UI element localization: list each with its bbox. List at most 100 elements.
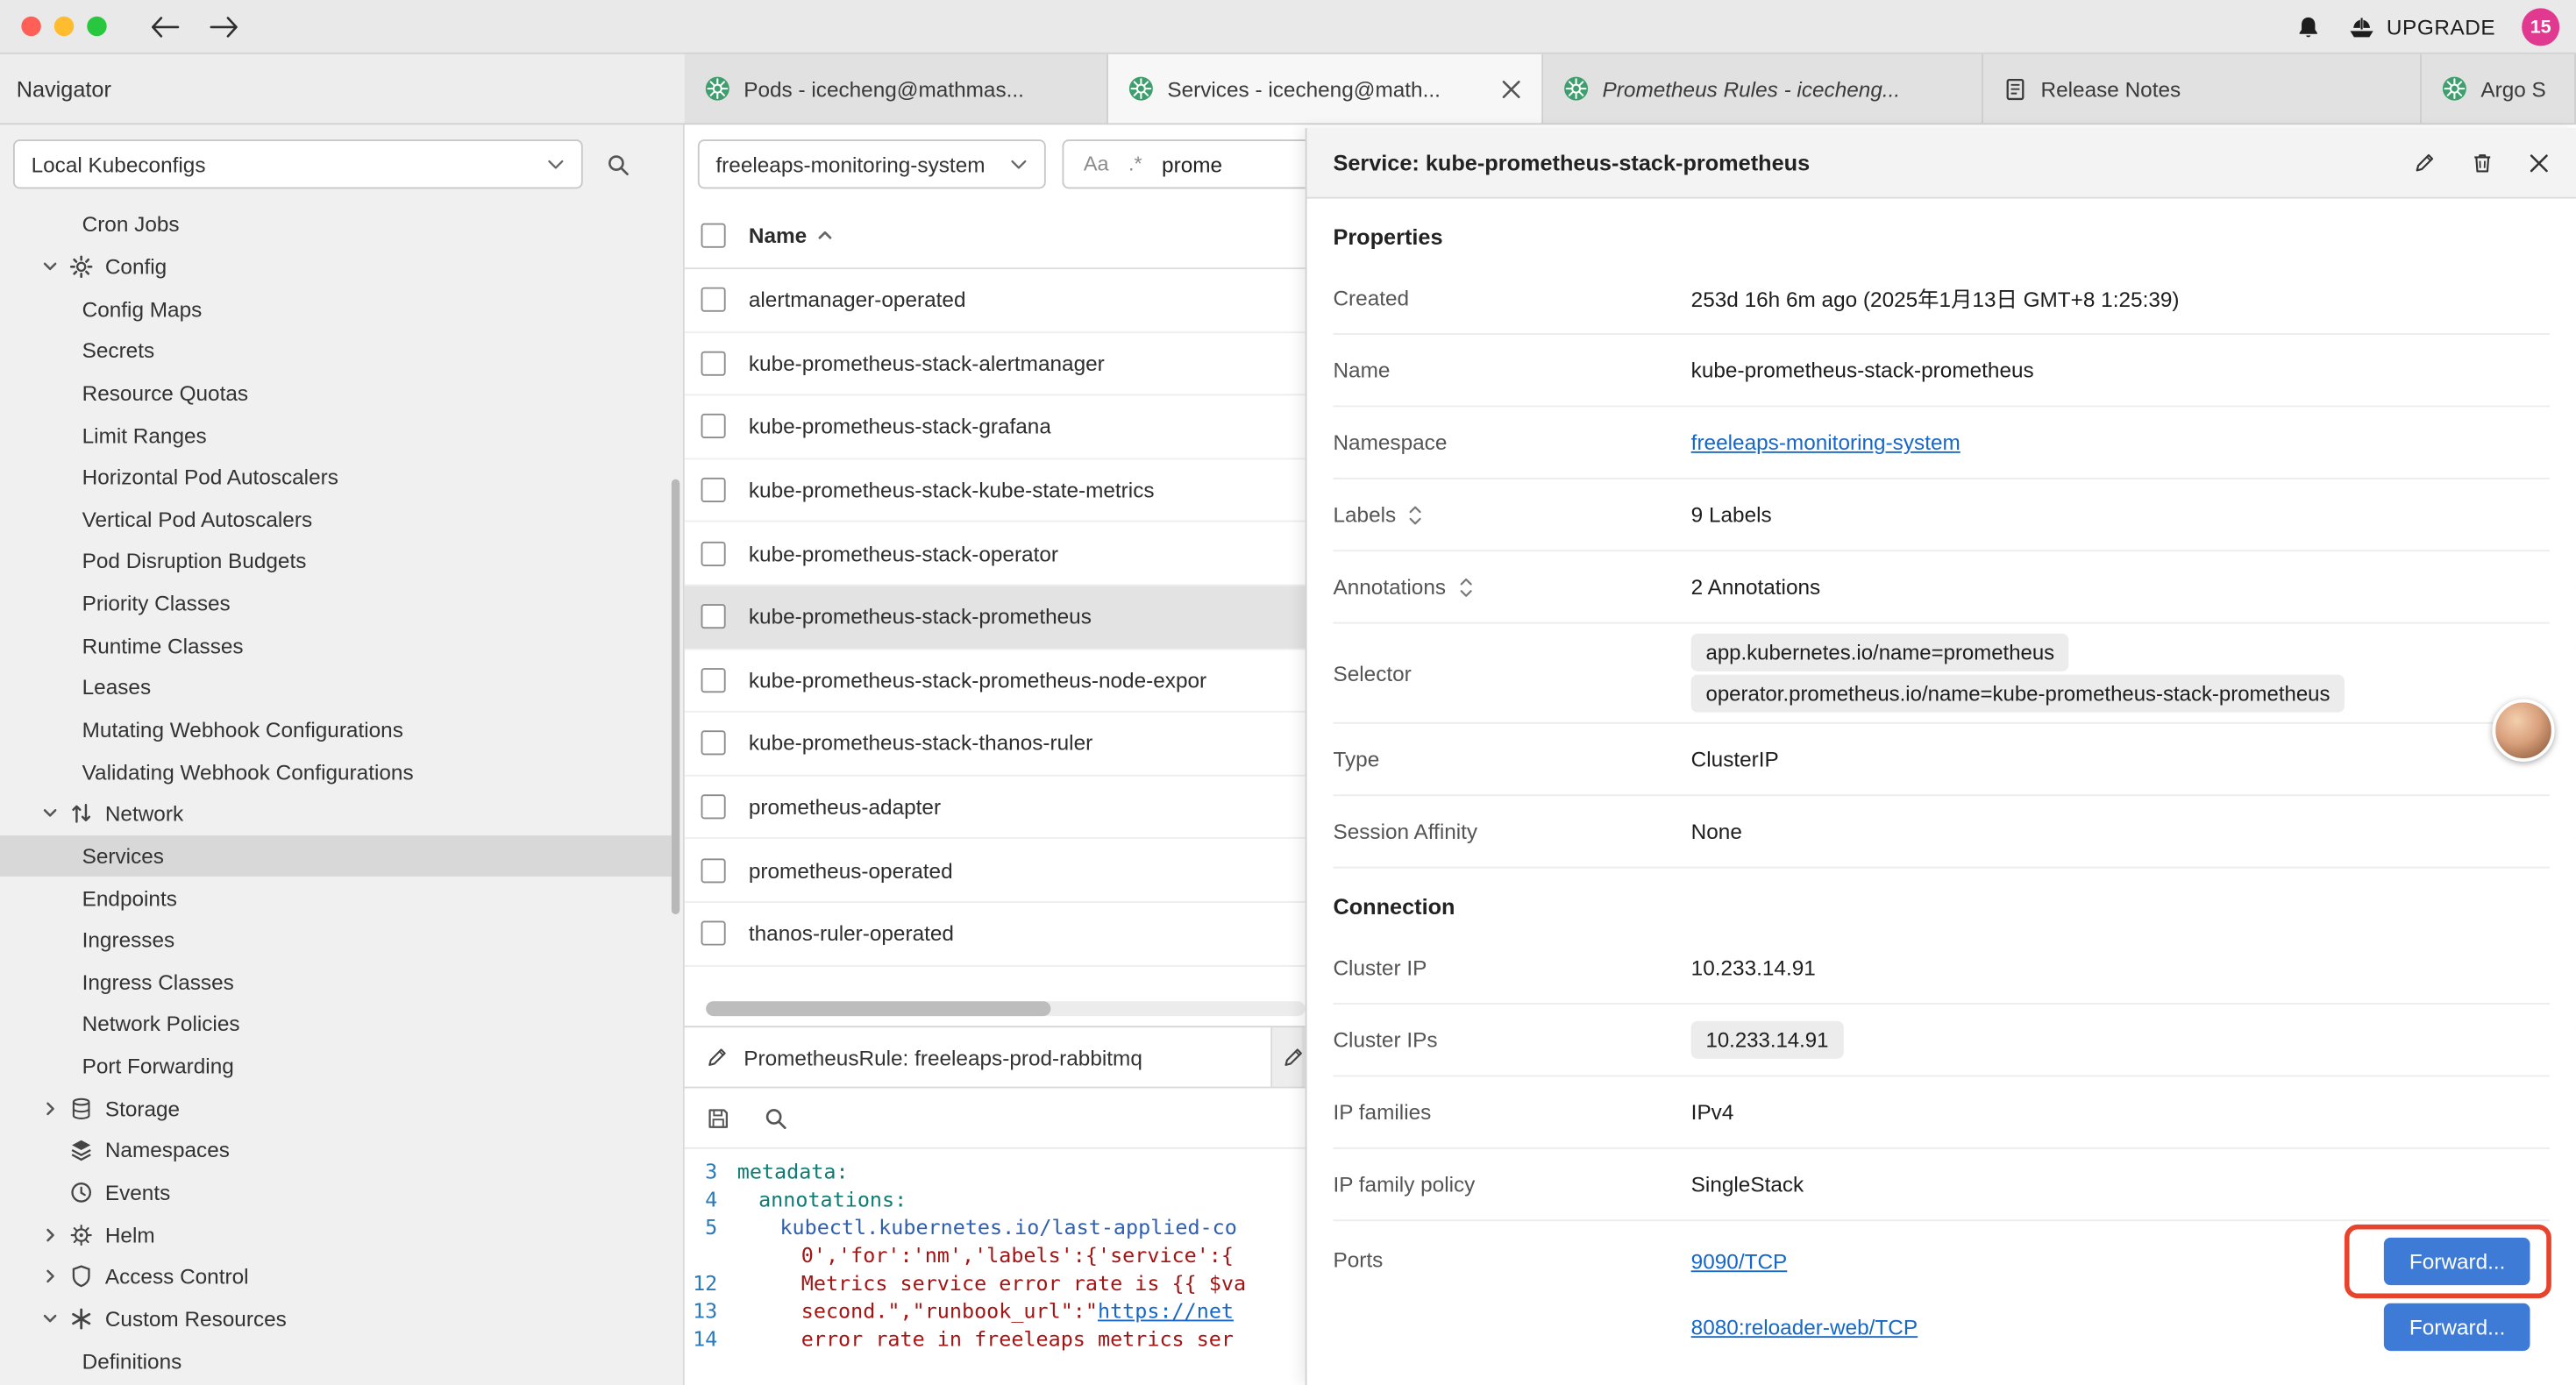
- row-checkbox[interactable]: [701, 668, 726, 692]
- editor-search-icon[interactable]: [764, 1105, 788, 1130]
- tab-services-icecheng-math[interactable]: Services - icecheng@math...: [1108, 54, 1543, 124]
- row-checkbox[interactable]: [701, 921, 726, 946]
- row-name: kube-prometheus-stack-kube-state-metrics: [749, 478, 1155, 502]
- edit-icon[interactable]: [2414, 151, 2437, 174]
- name-column-header[interactable]: Name: [749, 224, 835, 248]
- sidebar-item-events[interactable]: Events: [0, 1171, 672, 1213]
- sidebar-item-port-forwarding[interactable]: Port Forwarding: [0, 1045, 672, 1087]
- horizontal-scrollbar-thumb[interactable]: [706, 1001, 1050, 1016]
- sidebar-item-mutating-webhook-configurations[interactable]: Mutating Webhook Configurations: [0, 708, 672, 750]
- detail-row-cluster-ips: Cluster IPs10.233.14.91: [1333, 1005, 2550, 1076]
- row-checkbox[interactable]: [701, 415, 726, 439]
- sidebar-item-network-policies[interactable]: Network Policies: [0, 1003, 672, 1045]
- sidebar-item-storage[interactable]: Storage: [0, 1087, 672, 1129]
- namespace-select[interactable]: freeleaps-monitoring-system: [698, 139, 1046, 188]
- kubeconfig-select[interactable]: Local Kubeconfigs: [13, 139, 583, 188]
- dock-tab-partial[interactable]: [1272, 1027, 1302, 1086]
- window-controls: [21, 17, 106, 36]
- sidebar-item-network[interactable]: Network: [0, 792, 672, 835]
- sidebar-item-services[interactable]: Services: [0, 835, 672, 877]
- upgrade-button[interactable]: UPGRADE: [2347, 15, 2495, 39]
- port-link[interactable]: 8080:reloader-web/TCP: [1691, 1314, 1918, 1339]
- forward-button[interactable]: [209, 16, 240, 37]
- sidebar-item-validating-webhook-configurations[interactable]: Validating Webhook Configurations: [0, 750, 672, 792]
- dock-tab-prometheusrule[interactable]: PrometheusRule: freeleaps-prod-rabbitmq: [685, 1027, 1272, 1086]
- row-checkbox[interactable]: [701, 605, 726, 629]
- close-icon[interactable]: [2529, 152, 2550, 173]
- row-checkbox[interactable]: [701, 478, 726, 502]
- sidebar-scrollbar[interactable]: [672, 479, 680, 914]
- section-heading: Properties: [1333, 199, 2550, 263]
- regex-toggle[interactable]: .*: [1128, 153, 1142, 175]
- chevron-down-icon[interactable]: [38, 1310, 60, 1328]
- tab-release-notes[interactable]: Release Notes: [1983, 54, 2422, 124]
- row-checkbox[interactable]: [701, 858, 726, 883]
- detail-row-session-affinity: Session AffinityNone: [1333, 796, 2550, 868]
- sidebar-item-cron-jobs[interactable]: Cron Jobs: [0, 203, 672, 245]
- sidebar-item-leases[interactable]: Leases: [0, 666, 672, 708]
- sidebar-item-runtime-classes[interactable]: Runtime Classes: [0, 624, 672, 666]
- sidebar-item-config[interactable]: Config: [0, 245, 672, 288]
- sidebar-item-secrets[interactable]: Secrets: [0, 330, 672, 372]
- sidebar-item-custom-resources[interactable]: Custom Resources: [0, 1298, 672, 1340]
- chevron-right-icon[interactable]: [38, 1268, 60, 1286]
- sidebar-item-horizontal-pod-autoscalers[interactable]: Horizontal Pod Autoscalers: [0, 456, 672, 498]
- tab-prometheus-rules-icecheng[interactable]: Prometheus Rules - icecheng...: [1543, 54, 1983, 124]
- sidebar-search-icon[interactable]: [606, 152, 630, 176]
- row-checkbox[interactable]: [701, 288, 726, 312]
- row-name: thanos-ruler-operated: [749, 921, 954, 946]
- select-all-checkbox[interactable]: [701, 224, 726, 248]
- tab-argo-s[interactable]: Argo S: [2422, 54, 2576, 124]
- back-button[interactable]: [149, 16, 181, 37]
- detail-row-selector: Selectorapp.kubernetes.io/name=prometheu…: [1333, 624, 2550, 724]
- row-checkbox[interactable]: [701, 541, 726, 565]
- sidebar-item-label: Runtime Classes: [82, 633, 244, 657]
- detail-value: ClusterIP: [1691, 747, 2550, 771]
- save-icon[interactable]: [706, 1105, 730, 1130]
- chevron-right-icon[interactable]: [38, 1225, 60, 1244]
- sidebar-item-ingress-classes[interactable]: Ingress Classes: [0, 961, 672, 1003]
- row-checkbox[interactable]: [701, 794, 726, 819]
- updown-icon[interactable]: [1457, 575, 1474, 598]
- forward-button[interactable]: Forward...: [2385, 1237, 2530, 1284]
- chevron-right-icon[interactable]: [38, 1099, 60, 1118]
- sidebar-item-vertical-pod-autoscalers[interactable]: Vertical Pod Autoscalers: [0, 498, 672, 540]
- minimize-window-button[interactable]: [54, 17, 74, 36]
- value-badge: app.kubernetes.io/name=prometheus: [1691, 634, 2069, 671]
- tab-pods-icecheng-mathmas[interactable]: Pods - icecheng@mathmas...: [685, 54, 1108, 124]
- sidebar-item-namespaces[interactable]: Namespaces: [0, 1129, 672, 1171]
- match-case-toggle[interactable]: Aa: [1084, 153, 1109, 175]
- chevron-down-icon[interactable]: [38, 258, 60, 276]
- sidebar-item-limit-ranges[interactable]: Limit Ranges: [0, 414, 672, 456]
- forward-button[interactable]: Forward...: [2385, 1303, 2530, 1350]
- sidebar-item-resource-quotas[interactable]: Resource Quotas: [0, 372, 672, 414]
- row-name: kube-prometheus-stack-prometheus: [749, 605, 1092, 629]
- port-link[interactable]: 9090/TCP: [1691, 1248, 1788, 1273]
- detail-value: 10.233.14.91: [1691, 955, 2550, 980]
- close-window-button[interactable]: [21, 17, 40, 36]
- sidebar-item-endpoints[interactable]: Endpoints: [0, 877, 672, 919]
- avatar[interactable]: [2492, 700, 2554, 762]
- kubernetes-icon: [2441, 75, 2467, 102]
- sidebar-item-helm[interactable]: Helm: [0, 1213, 672, 1255]
- row-checkbox[interactable]: [701, 731, 726, 756]
- sidebar-item-definitions[interactable]: Definitions: [0, 1340, 672, 1382]
- close-icon[interactable]: [1500, 78, 1521, 99]
- chevron-down-icon[interactable]: [38, 805, 60, 823]
- sidebar-item-pod-disruption-budgets[interactable]: Pod Disruption Budgets: [0, 540, 672, 582]
- zoom-window-button[interactable]: [87, 17, 106, 36]
- sidebar-item-ingresses[interactable]: Ingresses: [0, 919, 672, 961]
- sidebar-item-config-maps[interactable]: Config Maps: [0, 288, 672, 330]
- detail-label: IP families: [1333, 1100, 1431, 1125]
- row-checkbox[interactable]: [701, 352, 726, 376]
- sidebar-item-access-control[interactable]: Access Control: [0, 1255, 672, 1297]
- titlebar: UPGRADE 15: [0, 0, 2576, 54]
- detail-link[interactable]: freeleaps-monitoring-system: [1691, 430, 1960, 455]
- notification-count-badge[interactable]: 15: [2522, 8, 2559, 46]
- horizontal-scrollbar[interactable]: [706, 1001, 1305, 1016]
- sidebar-item-priority-classes[interactable]: Priority Classes: [0, 582, 672, 624]
- pencil-icon: [1282, 1046, 1301, 1069]
- notifications-bell-icon[interactable]: [2295, 14, 2321, 40]
- updown-icon[interactable]: [1407, 503, 1424, 526]
- delete-icon[interactable]: [2471, 150, 2494, 174]
